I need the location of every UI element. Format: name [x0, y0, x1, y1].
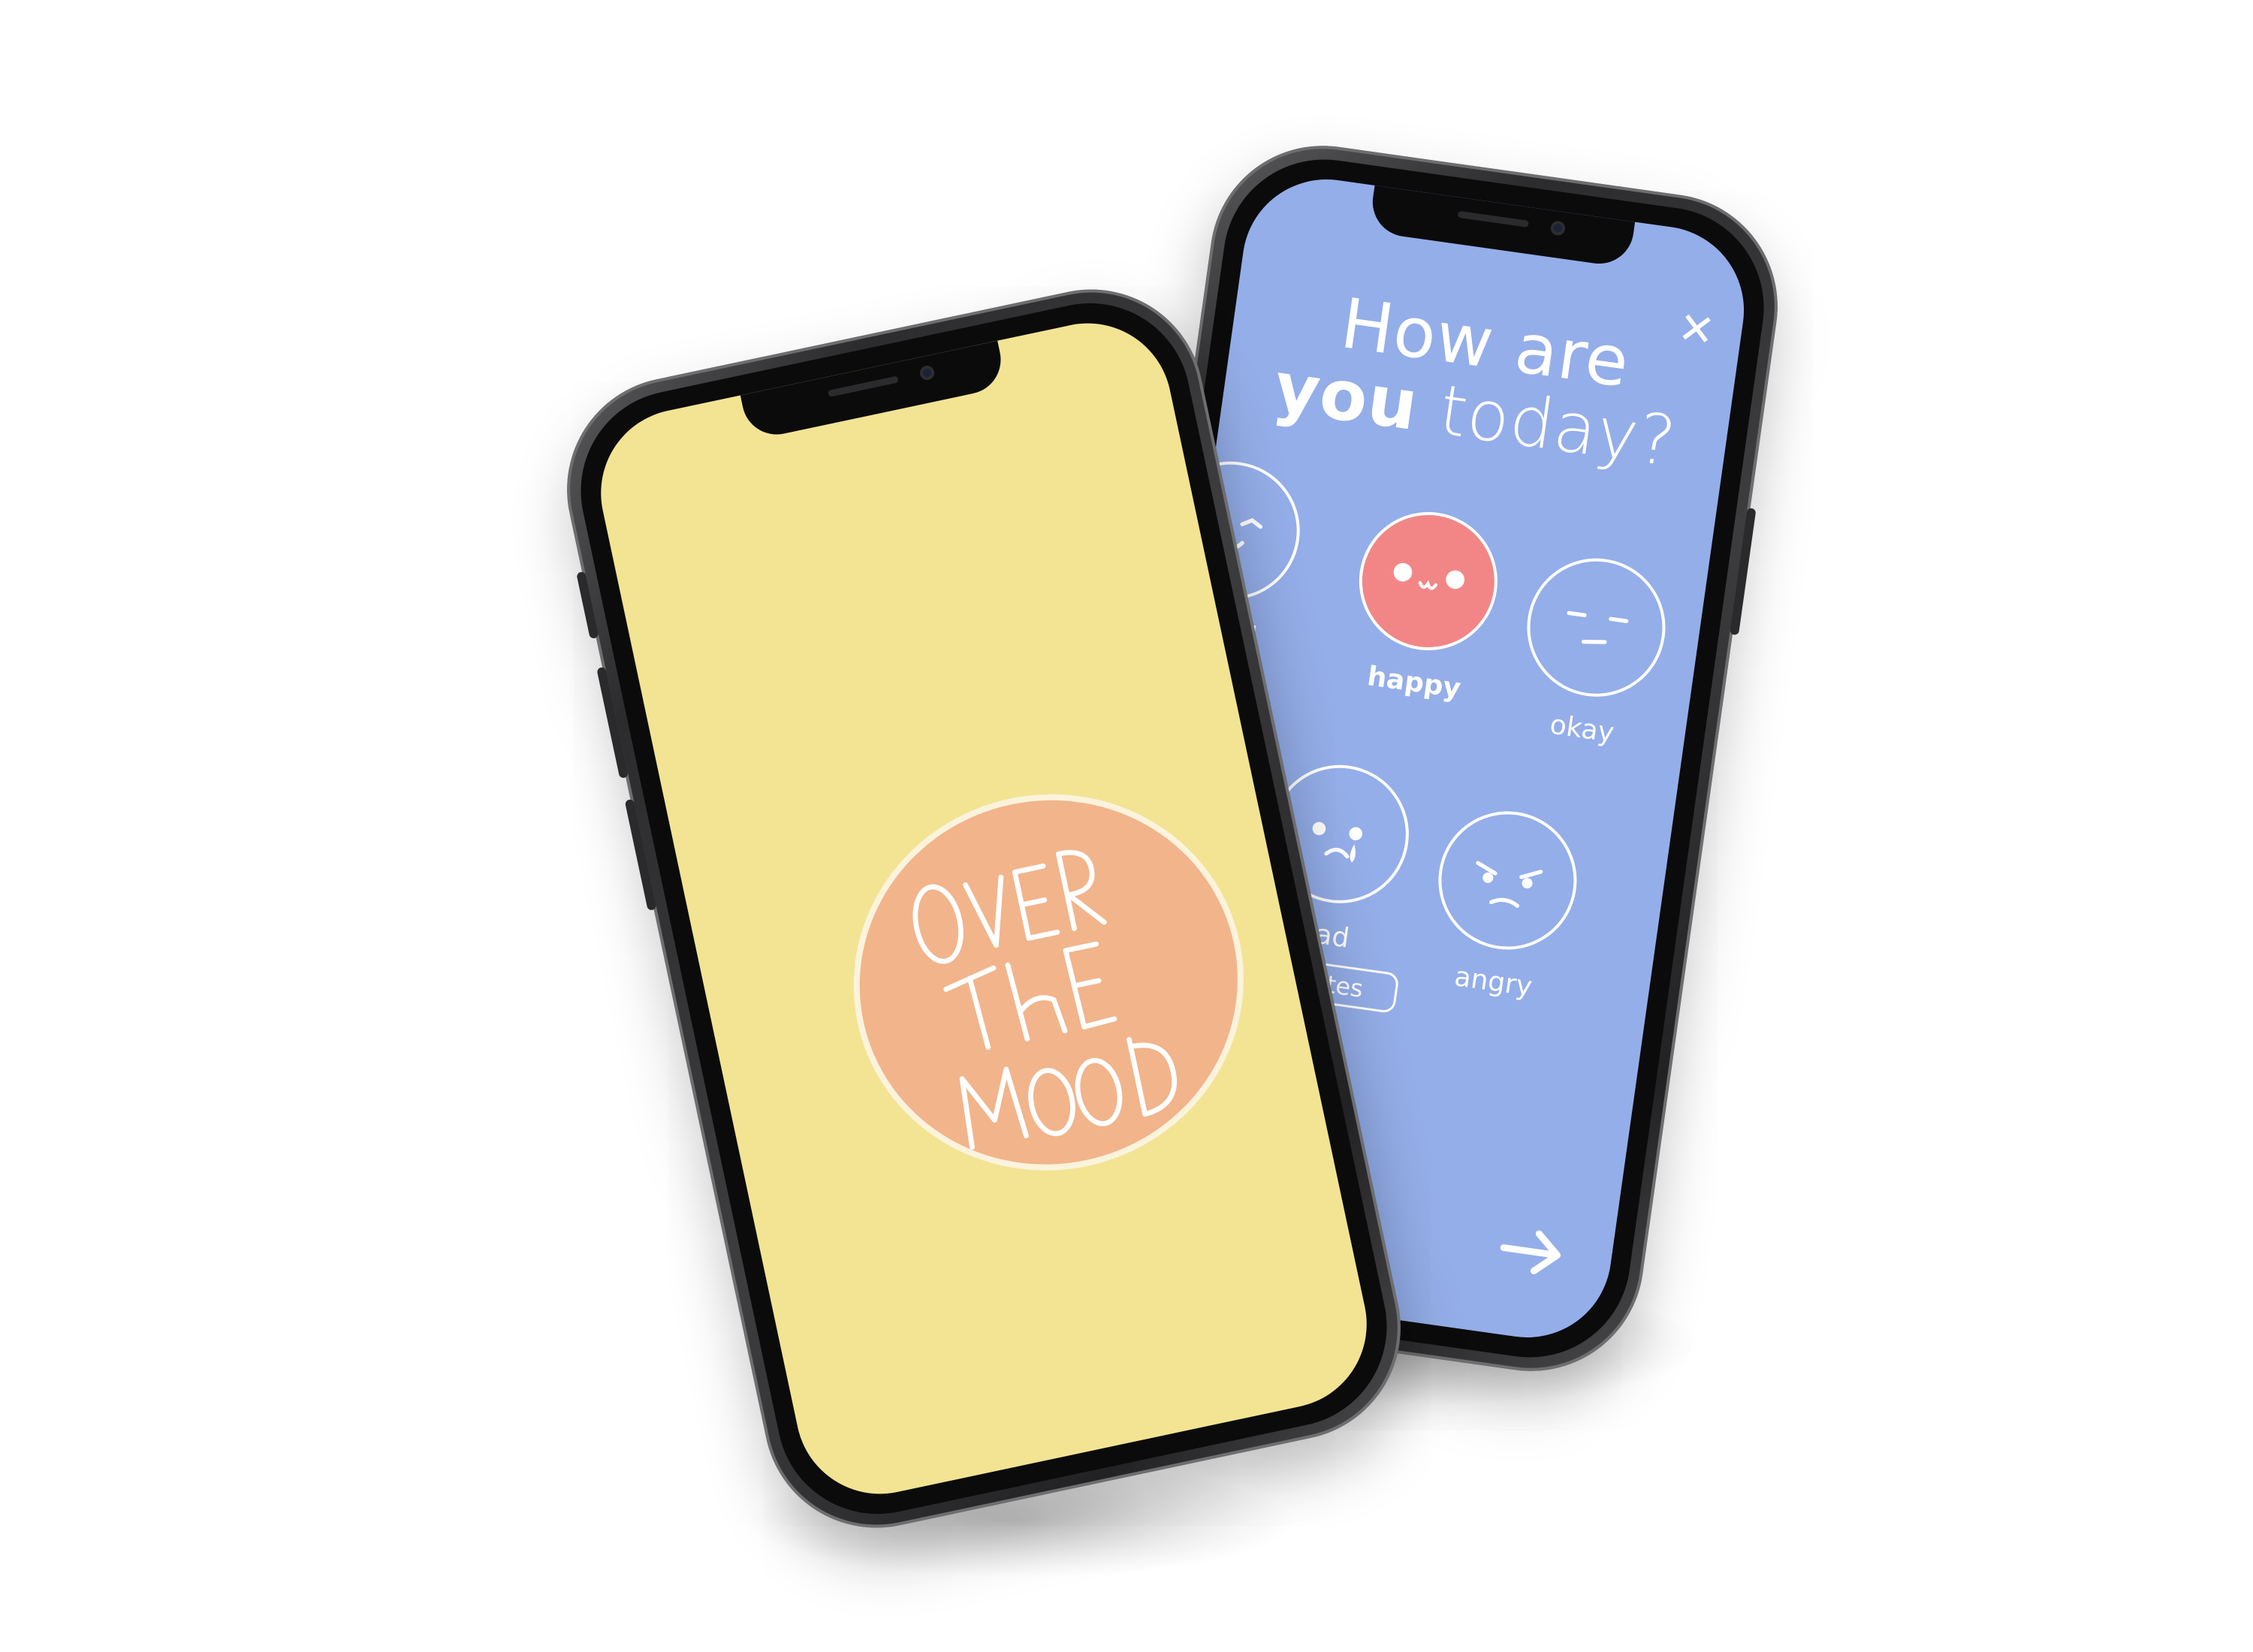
happy-face-icon: [1350, 503, 1507, 659]
mood-label-okay: okay: [1548, 709, 1616, 749]
arrow-right-icon[interactable]: [1496, 1221, 1570, 1283]
angry-face-icon: [1429, 802, 1586, 959]
mood-option-angry[interactable]: angry: [1420, 802, 1588, 1007]
mood-label-angry: angry: [1452, 961, 1534, 1003]
mood-label-happy: happy: [1365, 661, 1463, 705]
front-camera: [918, 364, 936, 381]
speaker-grille: [1457, 210, 1529, 228]
okay-face-icon: [1518, 549, 1675, 706]
volume-button: [576, 571, 599, 640]
front-camera: [1549, 220, 1567, 237]
speaker-grille: [828, 375, 899, 397]
mood-option-okay[interactable]: okay: [1510, 549, 1677, 754]
over-the-mood-logo: [819, 758, 1279, 1207]
mood-question: How are you today?: [1220, 273, 1740, 486]
mood-option-happy[interactable]: happy: [1341, 503, 1509, 708]
